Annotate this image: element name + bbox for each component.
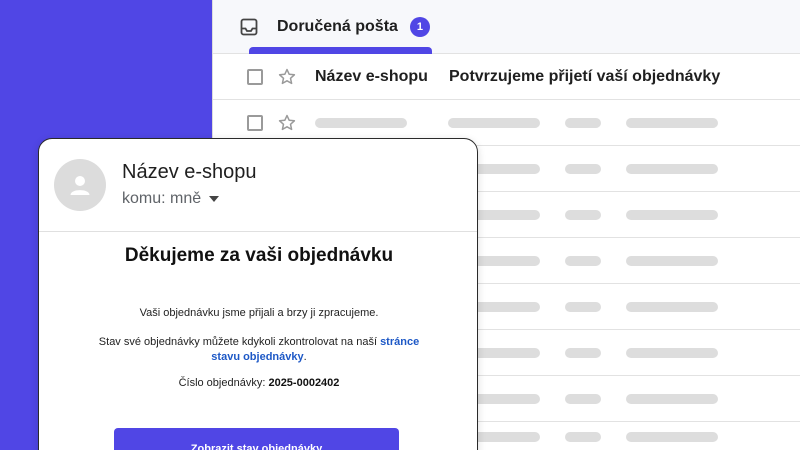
skeleton-placeholder: [565, 164, 601, 174]
inbox-tray-icon: [240, 18, 258, 36]
skeleton-placeholder: [626, 210, 718, 220]
skeleton-placeholder: [626, 164, 718, 174]
chevron-down-icon: [209, 196, 220, 202]
row-checkbox[interactable]: [247, 115, 263, 131]
unread-count-badge: 1: [409, 17, 430, 37]
skeleton-placeholder: [565, 394, 601, 404]
body-line2-suffix: .: [303, 351, 307, 363]
skeleton-placeholder: [448, 118, 540, 128]
order-number-value: 2025-0002402: [268, 377, 340, 389]
email-detail-card: Název e-shopu komu: mně Děkujeme za vaši…: [38, 138, 478, 450]
skeleton-placeholder: [626, 394, 718, 404]
inbox-tab-label: Doručená pošta: [277, 18, 398, 35]
email-body-line1: Vaši objednávku jsme přijali a brzy ji z…: [139, 307, 379, 319]
order-number-line: Číslo objednávky: 2025-0002402: [39, 377, 477, 389]
avatar: [54, 159, 106, 211]
skeleton-placeholder: [626, 348, 718, 358]
row-sender: Název e-shopu: [315, 68, 428, 85]
skeleton-placeholder: [626, 302, 718, 312]
skeleton-placeholder: [315, 118, 407, 128]
view-order-status-button[interactable]: Zobrazit stav objednávky: [114, 428, 399, 450]
email-title: Děkujeme za vaši objednávku: [124, 245, 394, 266]
recipient-label: komu: mně: [122, 190, 202, 207]
email-row[interactable]: Název e-shopu Potvrzujeme přijetí vaší o…: [213, 55, 800, 100]
inbox-header: Doručená pošta 1: [213, 0, 800, 54]
star-outline-icon[interactable]: [277, 67, 297, 87]
skeleton-placeholder: [565, 432, 601, 442]
skeleton-placeholder: [626, 118, 718, 128]
skeleton-placeholder: [565, 302, 601, 312]
row-subject: Potvrzujeme přijetí vaší objednávky: [449, 68, 721, 85]
person-avatar-icon: [70, 176, 90, 195]
sender-name: Název e-shopu: [122, 161, 257, 183]
skeleton-placeholder: [565, 118, 601, 128]
order-number-label: Číslo objednávky:: [178, 377, 269, 389]
skeleton-placeholder: [565, 256, 601, 266]
skeleton-placeholder: [626, 432, 718, 442]
tab-inbox[interactable]: Doručená pošta 1: [239, 0, 430, 54]
email-body-line2: Stav své objednávky můžete kdykoli zkont…: [94, 335, 424, 365]
row-checkbox[interactable]: [247, 69, 263, 85]
skeleton-placeholder: [565, 348, 601, 358]
skeleton-placeholder: [565, 210, 601, 220]
recipient-toggle[interactable]: komu: mně: [122, 190, 220, 208]
star-outline-icon[interactable]: [277, 113, 297, 133]
email-header: Název e-shopu komu: mně: [39, 139, 477, 232]
body-line2-text: Stav své objednávky můžete kdykoli zkont…: [98, 336, 381, 348]
skeleton-placeholder: [626, 256, 718, 266]
active-tab-indicator: [249, 47, 432, 54]
